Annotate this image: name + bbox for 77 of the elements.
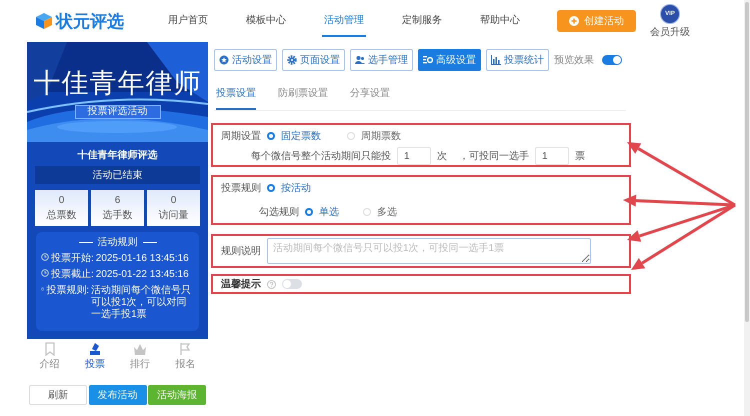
action-button[interactable]: 发布活动: [88, 385, 146, 405]
preview-tab[interactable]: 报名: [171, 342, 200, 371]
number-field[interactable]: 1: [397, 147, 431, 165]
nav-link[interactable]: 定制服务: [400, 5, 444, 37]
settings-tab-button[interactable]: 活动设置: [214, 49, 277, 71]
field-label: 规则说明: [221, 245, 261, 258]
rules-title: 活动规则: [98, 236, 138, 249]
clock-icon: [41, 253, 49, 261]
activity-status: 活动已结束: [35, 166, 200, 184]
rule-label: 投票开始:: [51, 253, 94, 265]
bookmark-icon: [42, 342, 57, 356]
vote-icon: [88, 342, 102, 356]
rule-value: 活动期间每个微信号只可以投1次，可以对同一选手投1票: [91, 285, 192, 321]
star-icon: [219, 55, 229, 65]
rule-label: 投票截止:: [51, 269, 94, 281]
flag-icon: [178, 342, 192, 356]
preview-label: 预览效果: [554, 54, 594, 67]
radio-label[interactable]: 固定票数: [281, 129, 321, 143]
stat-value: 0: [170, 194, 176, 206]
rule-value: 2025-01-22 13:45:16: [96, 269, 189, 281]
stat-value: 6: [114, 194, 120, 206]
preview-tab[interactable]: 介绍: [36, 342, 64, 371]
rule-description-field[interactable]: 活动期间每个微信号只可以投1次，可投同一选手1票: [267, 238, 591, 264]
sub-tab[interactable]: 防刷票设置: [278, 84, 328, 110]
clock-icon: [41, 269, 49, 277]
tips-toggle[interactable]: [282, 279, 302, 289]
logo-text: 状元评选: [56, 10, 124, 32]
preview-tab[interactable]: 投票: [80, 342, 109, 371]
preview-toggle[interactable]: [602, 55, 622, 65]
settings-tab-button[interactable]: 页面设置: [282, 49, 345, 71]
stat-value: 0: [58, 194, 64, 206]
radio-button[interactable]: [305, 208, 313, 216]
sub-tab[interactable]: 投票设置: [216, 84, 256, 110]
field-text: 每个微信号整个活动期间只能投: [251, 150, 391, 163]
radio-button[interactable]: [267, 132, 275, 140]
radio-label[interactable]: 周期票数: [361, 129, 401, 143]
help-icon: [267, 280, 276, 288]
field-text: ，可投同一选手: [459, 150, 529, 163]
nav-link[interactable]: 帮助中心: [478, 5, 522, 37]
crown-icon: [133, 342, 148, 356]
unit-label: 次: [437, 150, 447, 163]
banner-title: 十佳青年律师: [34, 67, 202, 101]
field-label: 周期设置: [221, 130, 261, 143]
nav-link[interactable]: 模板中心: [244, 5, 288, 37]
scrollbar[interactable]: [744, 0, 750, 416]
field-label: 温馨提示: [221, 278, 261, 291]
activity-name: 十佳青年律师评选: [76, 148, 158, 162]
field-label: 投票规则: [221, 182, 261, 195]
rule-label: 投票规则:: [46, 285, 90, 297]
settings-tab-button[interactable]: 高级设置: [418, 49, 481, 71]
stat-label: 总票数: [46, 208, 76, 222]
sub-tab[interactable]: 分享设置: [350, 84, 390, 110]
radio-label[interactable]: 单选: [319, 205, 339, 219]
plus-circle-icon: [569, 16, 579, 26]
preview-tab[interactable]: 排行: [126, 342, 154, 371]
radio-label[interactable]: 按活动: [281, 181, 311, 195]
rule-value: 2025-01-16 13:45:16: [96, 253, 189, 265]
cube-logo-icon: [35, 12, 53, 30]
action-button[interactable]: 刷新: [29, 385, 87, 405]
nav-link[interactable]: 用户首页: [166, 5, 210, 37]
stat-label: 选手数: [102, 208, 132, 222]
bar-chart-icon: [491, 55, 501, 65]
settings-tab-button[interactable]: 投票统计: [486, 49, 549, 71]
vip-upgrade-label[interactable]: 会员升级: [650, 24, 690, 38]
stat-label: 访问量: [158, 208, 188, 222]
clock-icon: [41, 285, 44, 293]
radio-button[interactable]: [267, 184, 275, 192]
nav-link[interactable]: 活动管理: [322, 5, 366, 37]
field-label: 勾选规则: [259, 206, 299, 219]
settings-tab-button[interactable]: 选手管理: [350, 49, 413, 71]
people-icon: [355, 55, 365, 65]
radio-label[interactable]: 多选: [377, 205, 397, 219]
sliders-icon: [423, 55, 433, 65]
number-field[interactable]: 1: [535, 147, 569, 165]
gear-icon: [287, 55, 297, 65]
banner-subtitle: 投票评选活动: [74, 105, 160, 119]
unit-label: 票: [575, 150, 585, 163]
